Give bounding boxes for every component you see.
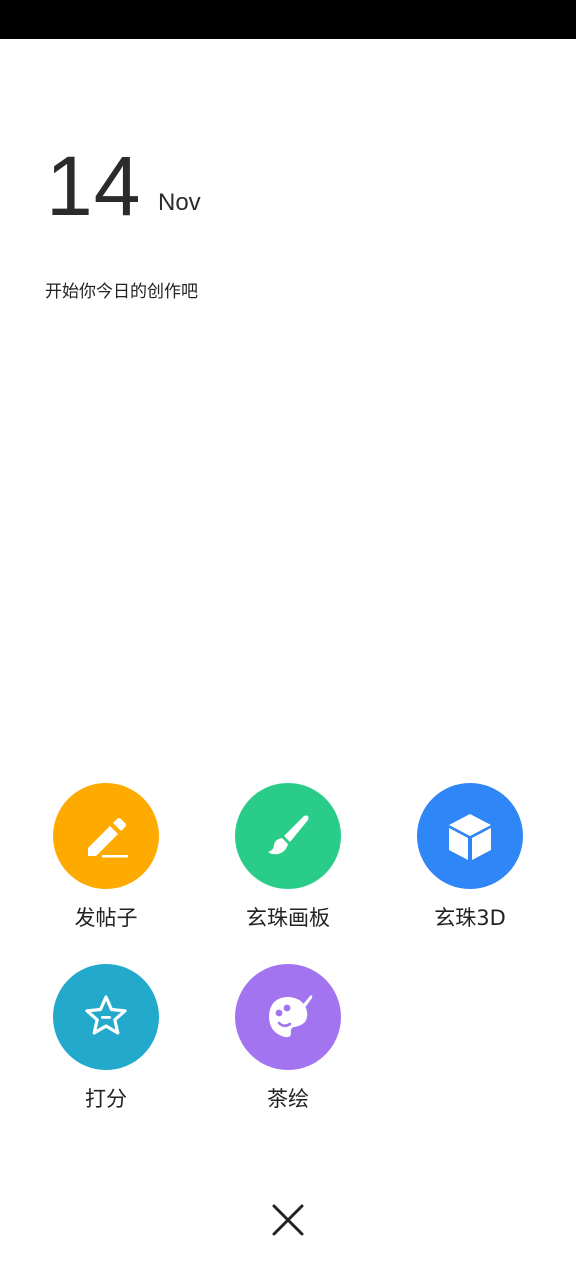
action-board-circle[interactable] — [235, 783, 341, 889]
action-post[interactable]: 发帖子 — [26, 783, 186, 953]
action-tea-paint[interactable]: 茶绘 — [208, 964, 368, 1134]
date-day: 14 — [46, 139, 142, 233]
cube-icon — [449, 814, 491, 860]
page-subtitle: 开始你今日的创作吧 — [45, 282, 198, 302]
palette-icon — [269, 995, 313, 1038]
action-3d-circle[interactable] — [417, 783, 523, 889]
action-tea-paint-circle[interactable] — [235, 964, 341, 1070]
action-board-label: 玄珠画板 — [246, 906, 330, 930]
close-icon — [272, 1204, 304, 1236]
date-month: Nov — [158, 189, 201, 216]
action-post-label: 发帖子 — [74, 906, 138, 930]
pencil-icon — [88, 818, 128, 858]
action-rate[interactable]: 打分 — [26, 964, 186, 1134]
action-3d[interactable]: 玄珠3D — [390, 783, 550, 953]
action-tea-paint-label: 茶绘 — [267, 1087, 309, 1111]
action-3d-label: 玄珠3D — [434, 906, 506, 930]
brush-icon — [268, 815, 309, 855]
close-button[interactable] — [264, 1196, 312, 1244]
action-post-circle[interactable] — [53, 783, 159, 889]
star-icon — [85, 995, 127, 1035]
action-board[interactable]: 玄珠画板 — [208, 783, 368, 953]
action-rate-circle[interactable] — [53, 964, 159, 1070]
action-rate-label: 打分 — [85, 1087, 127, 1111]
status-bar — [0, 0, 576, 39]
